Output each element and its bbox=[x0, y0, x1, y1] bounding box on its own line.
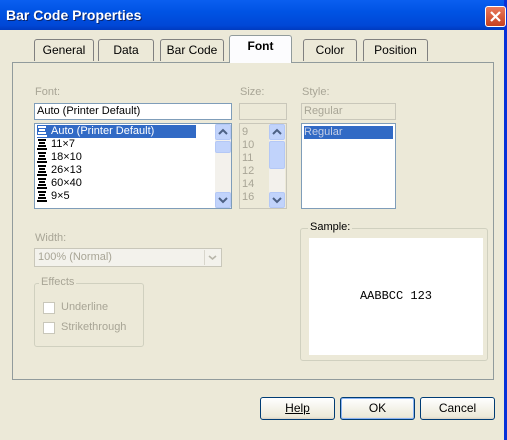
font-list-item[interactable]: Auto (Printer Default) bbox=[37, 125, 196, 138]
font-item-label: 26×13 bbox=[51, 164, 82, 176]
font-list-item[interactable]: 26×13 bbox=[37, 164, 82, 177]
font-input[interactable]: Auto (Printer Default) bbox=[34, 103, 232, 120]
dialog-window: Bar Code Properties General Data Bar Cod… bbox=[0, 0, 507, 440]
scroll-thumb[interactable] bbox=[215, 141, 231, 153]
printer-font-icon bbox=[37, 164, 47, 176]
font-input-value: Auto (Printer Default) bbox=[37, 105, 141, 117]
size-list-item[interactable]: 11 bbox=[242, 152, 253, 165]
size-list-scrollbar[interactable] bbox=[269, 124, 285, 208]
font-list-item[interactable]: 9×5 bbox=[37, 190, 70, 203]
chevron-down-icon bbox=[208, 255, 217, 261]
font-list-item[interactable]: 60×40 bbox=[37, 177, 82, 190]
chevron-down-icon bbox=[218, 197, 228, 204]
tab-color[interactable]: Color bbox=[303, 39, 357, 61]
style-list-item[interactable]: Regular bbox=[304, 126, 393, 139]
font-list-item[interactable]: 11×7 bbox=[37, 138, 75, 151]
tab-general[interactable]: General bbox=[34, 39, 94, 61]
font-item-label: 11×7 bbox=[51, 138, 75, 150]
cancel-button-label: Cancel bbox=[438, 401, 477, 415]
style-input-value: Regular bbox=[304, 105, 343, 117]
font-item-label: 60×40 bbox=[51, 177, 82, 189]
tab-label: Data bbox=[113, 43, 139, 57]
window-title: Bar Code Properties bbox=[6, 7, 142, 23]
tab-bar-code[interactable]: Bar Code bbox=[160, 39, 224, 61]
scroll-up-button[interactable] bbox=[215, 124, 231, 140]
font-item-label: 18×10 bbox=[51, 151, 82, 163]
tab-strip: General Data Bar Code Font Color Positio… bbox=[0, 30, 504, 66]
cancel-button[interactable]: Cancel bbox=[420, 397, 495, 420]
help-button-label: Help bbox=[285, 401, 310, 415]
strikethrough-label: Strikethrough bbox=[61, 321, 127, 333]
ok-button[interactable]: OK bbox=[340, 397, 415, 420]
underline-checkbox[interactable] bbox=[43, 302, 55, 314]
chevron-up-icon bbox=[218, 128, 228, 135]
printer-font-icon bbox=[37, 151, 47, 163]
size-list-item[interactable]: 10 bbox=[242, 139, 254, 152]
effects-group bbox=[34, 283, 144, 347]
tab-position[interactable]: Position bbox=[363, 39, 428, 61]
help-button[interactable]: Help bbox=[260, 397, 335, 420]
width-value: 100% (Normal) bbox=[38, 251, 112, 263]
size-list-item[interactable]: 9 bbox=[242, 126, 248, 139]
font-label: Font: bbox=[35, 86, 61, 98]
size-list[interactable]: 9 10 11 12 14 16 bbox=[239, 123, 287, 209]
tab-label: Position bbox=[374, 43, 417, 57]
sample-label: Sample: bbox=[308, 221, 353, 233]
font-list-item[interactable]: 18×10 bbox=[37, 151, 82, 164]
printer-font-icon bbox=[37, 125, 47, 137]
scroll-down-button[interactable] bbox=[269, 192, 285, 208]
scroll-thumb[interactable] bbox=[269, 141, 285, 169]
width-dropdown[interactable]: 100% (Normal) bbox=[34, 248, 222, 267]
size-list-item[interactable]: 12 bbox=[242, 165, 254, 178]
size-input[interactable] bbox=[239, 103, 287, 120]
width-label: Width: bbox=[35, 232, 67, 244]
font-item-label: Auto (Printer Default) bbox=[51, 125, 155, 137]
printer-font-icon bbox=[37, 190, 47, 202]
size-label: Size: bbox=[240, 86, 265, 98]
size-list-item[interactable]: 16 bbox=[242, 191, 254, 204]
tab-label: General bbox=[42, 43, 86, 57]
font-tab-panel: Font: Auto (Printer Default) Auto (Print… bbox=[12, 62, 494, 380]
tab-font[interactable]: Font bbox=[229, 35, 292, 63]
printer-font-icon bbox=[37, 138, 47, 150]
ok-button-label: OK bbox=[368, 401, 387, 415]
chevron-down-icon bbox=[272, 197, 282, 204]
strikethrough-checkbox[interactable] bbox=[43, 322, 55, 334]
effects-label: Effects bbox=[39, 276, 77, 288]
style-label: Style: bbox=[302, 86, 330, 98]
font-list[interactable]: Auto (Printer Default) 11×7 18×10 26×13 … bbox=[34, 123, 232, 209]
size-list-item[interactable]: 14 bbox=[242, 178, 254, 191]
printer-font-icon bbox=[37, 177, 47, 189]
tab-label: Font bbox=[247, 39, 274, 53]
close-button[interactable] bbox=[485, 6, 506, 27]
font-item-label: 9×5 bbox=[51, 190, 70, 202]
chevron-up-icon bbox=[272, 128, 282, 135]
tab-label: Bar Code bbox=[166, 43, 218, 57]
scroll-down-button[interactable] bbox=[215, 192, 231, 208]
title-bar[interactable]: Bar Code Properties bbox=[0, 0, 506, 30]
style-list[interactable]: Regular bbox=[301, 123, 396, 209]
width-dropdown-button[interactable] bbox=[204, 250, 220, 265]
sample-preview: AABBCC 123 bbox=[309, 238, 483, 355]
style-input[interactable]: Regular bbox=[301, 103, 396, 120]
close-icon bbox=[490, 11, 501, 22]
font-list-scrollbar[interactable] bbox=[215, 124, 231, 208]
tab-data[interactable]: Data bbox=[98, 39, 154, 61]
scroll-up-button[interactable] bbox=[269, 124, 285, 140]
tab-label: Color bbox=[315, 43, 345, 57]
underline-label: Underline bbox=[61, 301, 109, 313]
sample-text: AABBCC 123 bbox=[359, 289, 432, 303]
